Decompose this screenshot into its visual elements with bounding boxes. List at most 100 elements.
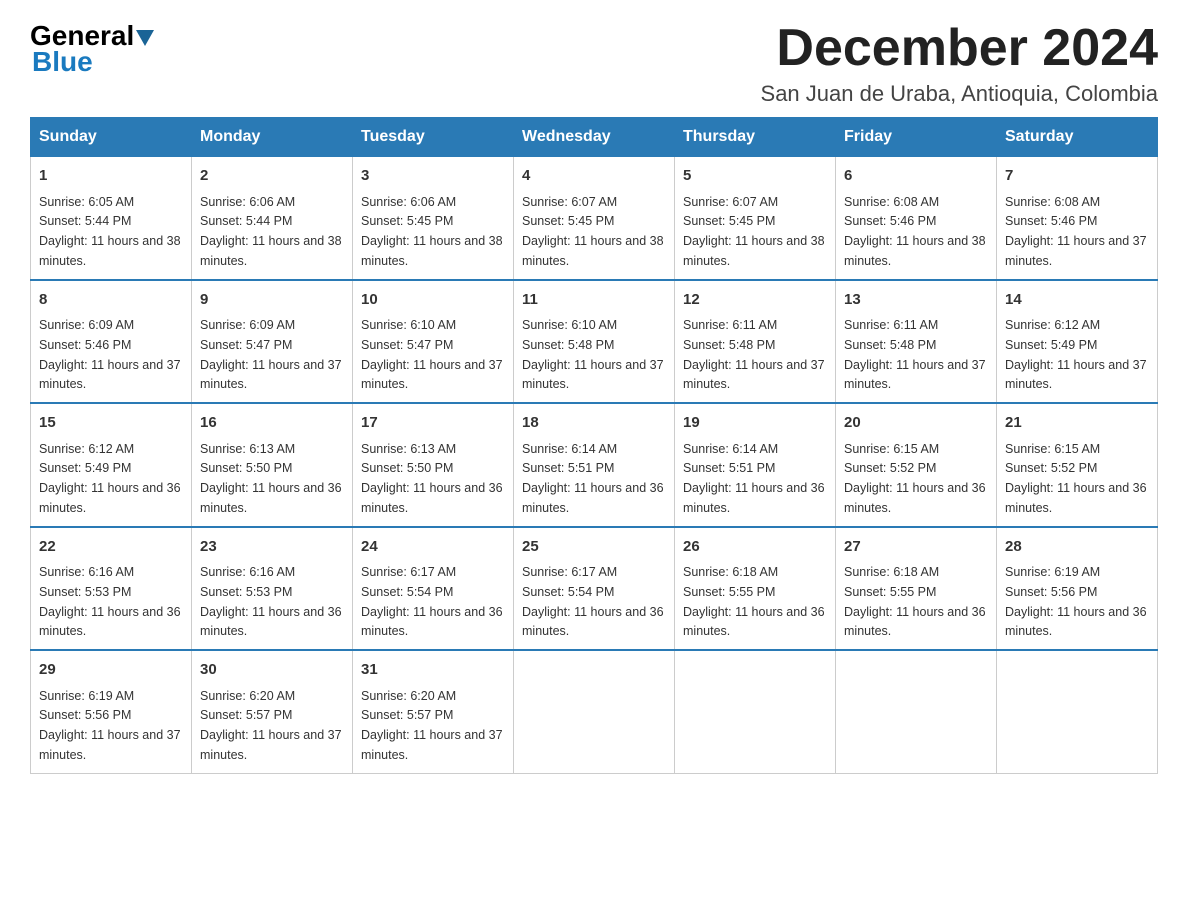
day-number: 1: [39, 165, 183, 188]
calendar-cell: 21Sunrise: 6:15 AMSunset: 5:52 PMDayligh…: [997, 403, 1158, 527]
logo: General Blue: [30, 20, 156, 78]
calendar-cell: 13 Sunrise: 6:11 AMSunset: 5:48 PMDayligh…: [836, 280, 997, 404]
week-row-2: 8 Sunrise: 6:09 AMSunset: 5:46 PMDaylight…: [31, 280, 1158, 404]
day-number: 17: [361, 412, 505, 435]
sunrise-text: Sunrise: 6:12 AMSunset: 5:49 PMDaylight:…: [39, 442, 181, 515]
day-number: 13: [844, 289, 988, 312]
sunrise-text: Sunrise: 6:09 AMSunset: 5:46 PMDaylight:…: [39, 318, 181, 391]
day-number: 21: [1005, 412, 1149, 435]
sunrise-text: Sunrise: 6:10 AMSunset: 5:47 PMDaylight:…: [361, 318, 503, 391]
day-number: 22: [39, 536, 183, 559]
week-row-3: 15 Sunrise: 6:12 AMSunset: 5:49 PMDayligh…: [31, 403, 1158, 527]
day-number: 26: [683, 536, 827, 559]
week-row-4: 22 Sunrise: 6:16 AMSunset: 5:53 PMDayligh…: [31, 527, 1158, 651]
calendar-cell: 8 Sunrise: 6:09 AMSunset: 5:46 PMDaylight…: [31, 280, 192, 404]
calendar-cell: [997, 650, 1158, 773]
calendar-cell: 11 Sunrise: 6:10 AMSunset: 5:48 PMDayligh…: [514, 280, 675, 404]
sunrise-text: Sunrise: 6:14 AMSunset: 5:51 PMDaylight:…: [522, 442, 664, 515]
day-number: 7: [1005, 165, 1149, 188]
calendar-cell: 31 Sunrise: 6:20 AMSunset: 5:57 PMDayligh…: [353, 650, 514, 773]
sunrise-text: Sunrise: 6:12 AMSunset: 5:49 PMDaylight:…: [1005, 318, 1147, 391]
day-number: 11: [522, 289, 666, 312]
sunrise-text: Sunrise: 6:19 AMSunset: 5:56 PMDaylight:…: [39, 689, 181, 762]
day-number: 15: [39, 412, 183, 435]
header-sunday: Sunday: [31, 118, 192, 157]
sunrise-text: Sunrise: 6:07 AMSunset: 5:45 PMDaylight:…: [683, 195, 825, 268]
header-tuesday: Tuesday: [353, 118, 514, 157]
logo-arrow-icon: [136, 30, 154, 46]
day-number: 10: [361, 289, 505, 312]
sunrise-text: Sunrise: 6:09 AMSunset: 5:47 PMDaylight:…: [200, 318, 342, 391]
calendar-cell: 18 Sunrise: 6:14 AMSunset: 5:51 PMDayligh…: [514, 403, 675, 527]
sunrise-text: Sunrise: 6:13 AMSunset: 5:50 PMDaylight:…: [200, 442, 342, 515]
calendar-cell: 1 Sunrise: 6:05 AMSunset: 5:44 PMDaylight…: [31, 157, 192, 280]
day-number: 28: [1005, 536, 1149, 559]
sunrise-text: Sunrise: 6:16 AMSunset: 5:53 PMDaylight:…: [39, 565, 181, 638]
calendar-cell: 30 Sunrise: 6:20 AMSunset: 5:57 PMDayligh…: [192, 650, 353, 773]
sunrise-text: Sunrise: 6:14 AMSunset: 5:51 PMDaylight:…: [683, 442, 825, 515]
sunrise-text: Sunrise: 6:08 AMSunset: 5:46 PMDaylight:…: [844, 195, 986, 268]
day-number: 31: [361, 659, 505, 682]
calendar-cell: 4Sunrise: 6:07 AMSunset: 5:45 PMDaylight…: [514, 157, 675, 280]
sunrise-text: Sunrise: 6:18 AMSunset: 5:55 PMDaylight:…: [683, 565, 825, 638]
week-row-1: 1 Sunrise: 6:05 AMSunset: 5:44 PMDaylight…: [31, 157, 1158, 280]
sunrise-text: Sunrise: 6:13 AMSunset: 5:50 PMDaylight:…: [361, 442, 503, 515]
calendar-cell: 28 Sunrise: 6:19 AMSunset: 5:56 PMDayligh…: [997, 527, 1158, 651]
calendar-table: SundayMondayTuesdayWednesdayThursdayFrid…: [30, 117, 1158, 774]
week-row-5: 29 Sunrise: 6:19 AMSunset: 5:56 PMDayligh…: [31, 650, 1158, 773]
day-number: 29: [39, 659, 183, 682]
sunrise-text: Sunrise: 6:07 AMSunset: 5:45 PMDaylight:…: [522, 195, 664, 268]
day-number: 3: [361, 165, 505, 188]
day-number: 12: [683, 289, 827, 312]
header-saturday: Saturday: [997, 118, 1158, 157]
sunrise-text: Sunrise: 6:19 AMSunset: 5:56 PMDaylight:…: [1005, 565, 1147, 638]
calendar-cell: 5 Sunrise: 6:07 AMSunset: 5:45 PMDaylight…: [675, 157, 836, 280]
day-number: 23: [200, 536, 344, 559]
day-number: 6: [844, 165, 988, 188]
sunrise-text: Sunrise: 6:20 AMSunset: 5:57 PMDaylight:…: [361, 689, 503, 762]
calendar-cell: 26 Sunrise: 6:18 AMSunset: 5:55 PMDayligh…: [675, 527, 836, 651]
day-number: 18: [522, 412, 666, 435]
header-friday: Friday: [836, 118, 997, 157]
calendar-cell: 3Sunrise: 6:06 AMSunset: 5:45 PMDaylight…: [353, 157, 514, 280]
day-number: 30: [200, 659, 344, 682]
day-number: 25: [522, 536, 666, 559]
sunrise-text: Sunrise: 6:15 AMSunset: 5:52 PMDaylight:…: [844, 442, 986, 515]
day-number: 9: [200, 289, 344, 312]
sunrise-text: Sunrise: 6:20 AMSunset: 5:57 PMDaylight:…: [200, 689, 342, 762]
calendar-cell: 17 Sunrise: 6:13 AMSunset: 5:50 PMDayligh…: [353, 403, 514, 527]
sunrise-text: Sunrise: 6:17 AMSunset: 5:54 PMDaylight:…: [361, 565, 503, 638]
page-header: General Blue December 2024 San Juan de U…: [30, 20, 1158, 107]
day-number: 19: [683, 412, 827, 435]
calendar-cell: 9 Sunrise: 6:09 AMSunset: 5:47 PMDaylight…: [192, 280, 353, 404]
sunrise-text: Sunrise: 6:11 AMSunset: 5:48 PMDaylight:…: [844, 318, 986, 391]
calendar-cell: 16Sunrise: 6:13 AMSunset: 5:50 PMDayligh…: [192, 403, 353, 527]
calendar-cell: 12 Sunrise: 6:11 AMSunset: 5:48 PMDayligh…: [675, 280, 836, 404]
day-number: 14: [1005, 289, 1149, 312]
sunrise-text: Sunrise: 6:05 AMSunset: 5:44 PMDaylight:…: [39, 195, 181, 268]
logo-blue-text: Blue: [30, 46, 156, 78]
calendar-cell: 19 Sunrise: 6:14 AMSunset: 5:51 PMDayligh…: [675, 403, 836, 527]
sunrise-text: Sunrise: 6:10 AMSunset: 5:48 PMDaylight:…: [522, 318, 664, 391]
calendar-cell: 27Sunrise: 6:18 AMSunset: 5:55 PMDayligh…: [836, 527, 997, 651]
calendar-cell: [675, 650, 836, 773]
day-number: 5: [683, 165, 827, 188]
calendar-cell: 20 Sunrise: 6:15 AMSunset: 5:52 PMDayligh…: [836, 403, 997, 527]
day-number: 20: [844, 412, 988, 435]
day-number: 27: [844, 536, 988, 559]
location-text: San Juan de Uraba, Antioquia, Colombia: [761, 81, 1158, 107]
day-number: 8: [39, 289, 183, 312]
sunrise-text: Sunrise: 6:16 AMSunset: 5:53 PMDaylight:…: [200, 565, 342, 638]
header-monday: Monday: [192, 118, 353, 157]
calendar-cell: 14 Sunrise: 6:12 AMSunset: 5:49 PMDayligh…: [997, 280, 1158, 404]
calendar-cell: 23 Sunrise: 6:16 AMSunset: 5:53 PMDayligh…: [192, 527, 353, 651]
month-title: December 2024: [761, 20, 1158, 77]
calendar-header-row: SundayMondayTuesdayWednesdayThursdayFrid…: [31, 118, 1158, 157]
calendar-cell: 25Sunrise: 6:17 AMSunset: 5:54 PMDayligh…: [514, 527, 675, 651]
sunrise-text: Sunrise: 6:08 AMSunset: 5:46 PMDaylight:…: [1005, 195, 1147, 268]
sunrise-text: Sunrise: 6:11 AMSunset: 5:48 PMDaylight:…: [683, 318, 825, 391]
header-thursday: Thursday: [675, 118, 836, 157]
header-wednesday: Wednesday: [514, 118, 675, 157]
calendar-cell: [836, 650, 997, 773]
day-number: 2: [200, 165, 344, 188]
